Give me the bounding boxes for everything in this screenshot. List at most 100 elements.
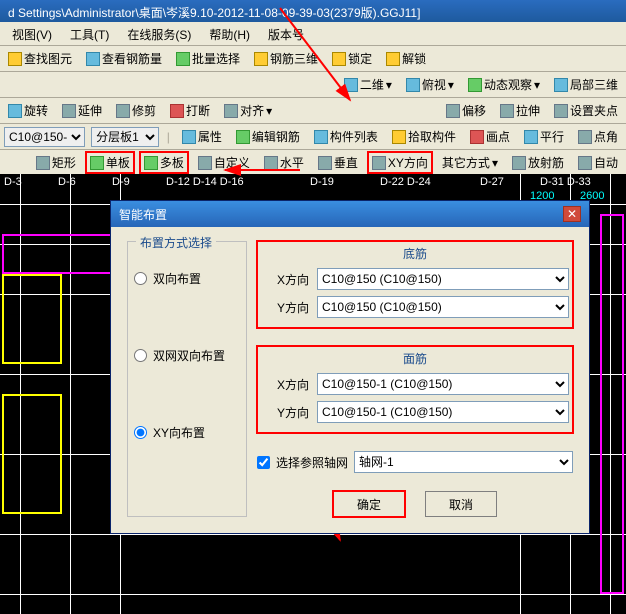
stretch-button[interactable]: 拉伸 [496, 100, 544, 121]
local3d-icon [554, 78, 568, 92]
layout-mode-group: 布置方式选择 双向布置 双网双向布置 XY向布置 [127, 241, 247, 517]
rect-label: 矩形 [52, 154, 76, 171]
other-label: 其它方式 [442, 154, 490, 171]
menu-online[interactable]: 在线服务(S) [119, 24, 199, 43]
dialog-title: 智能布置 [119, 206, 167, 223]
single-icon [90, 156, 104, 170]
pivot-icon [554, 104, 568, 118]
multi-panel-button[interactable]: 多板 [140, 152, 188, 173]
drawpt-icon [470, 130, 484, 144]
toolbar-3: 旋转 延伸 修剪 打断 对齐▾ 偏移 拉伸 设置夹点 [0, 98, 626, 124]
parallel-button[interactable]: 平行 [520, 126, 568, 147]
parallel-label: 平行 [540, 128, 564, 145]
rebar3d-label: 钢筋三维 [270, 50, 318, 67]
local3d-button[interactable]: 局部三维 [550, 74, 622, 95]
bottom-rebar-label: 底筋 [261, 245, 569, 262]
other-mode-button[interactable]: 其它方式▾ [438, 152, 502, 173]
offset-icon [446, 104, 460, 118]
editrebar-label: 编辑钢筋 [252, 128, 300, 145]
menu-tools[interactable]: 工具(T) [62, 24, 117, 43]
edit-rebar-button[interactable]: 编辑钢筋 [232, 126, 304, 147]
axis-combo[interactable]: 轴网-1 [354, 451, 573, 473]
top-x-combo[interactable]: C10@150-1 (C10@150) [317, 373, 569, 395]
radial-button[interactable]: 放射筋 [508, 152, 568, 173]
rect-button[interactable]: 矩形 [32, 152, 80, 173]
bottom-y-combo[interactable]: C10@150 (C10@150) [317, 296, 569, 318]
window-title: d Settings\Administrator\桌面\岑溪9.10-2012-… [0, 0, 626, 22]
single-label: 单板 [106, 154, 130, 171]
top-rebar-label: 面筋 [261, 350, 569, 367]
break-label: 打断 [186, 102, 210, 119]
trim-button[interactable]: 修剪 [112, 100, 160, 121]
view-rebar-button[interactable]: 查看钢筋量 [82, 48, 166, 69]
local3d-label: 局部三维 [570, 76, 618, 93]
props-label: 属性 [198, 128, 222, 145]
lock-button[interactable]: 锁定 [328, 48, 376, 69]
unlock-icon [386, 52, 400, 66]
orbit-button[interactable]: 动态观察▾ [464, 74, 544, 95]
grid-label: D-27 [480, 176, 504, 188]
extend-button[interactable]: 延伸 [58, 100, 106, 121]
vertical-button[interactable]: 垂直 [314, 152, 362, 173]
editrebar-icon [236, 130, 250, 144]
pivot-label: 设置夹点 [570, 102, 618, 119]
radial-label: 放射筋 [528, 154, 564, 171]
smart-layout-dialog: 智能布置 ✕ 布置方式选择 双向布置 双网双向布置 XY向布置 底筋 X方向 C1… [110, 200, 590, 534]
ok-button[interactable]: 确定 [333, 491, 405, 517]
radio-xy[interactable]: XY向布置 [134, 424, 240, 441]
xy-direction-button[interactable]: XY方向 [368, 152, 432, 173]
custom-button[interactable]: 自定义 [194, 152, 254, 173]
offset-button[interactable]: 偏移 [442, 100, 490, 121]
batch-select-button[interactable]: 批量选择 [172, 48, 244, 69]
lock-icon [332, 52, 346, 66]
custom-icon [198, 156, 212, 170]
2d-label: 二维 [360, 76, 384, 93]
axis-checkbox[interactable] [257, 456, 270, 469]
pick-icon [392, 130, 406, 144]
cancel-button[interactable]: 取消 [425, 491, 497, 517]
menu-view[interactable]: 视图(V) [4, 24, 60, 43]
unlock-button[interactable]: 解锁 [382, 48, 430, 69]
close-icon[interactable]: ✕ [563, 206, 581, 222]
extend-label: 延伸 [78, 102, 102, 119]
props-button[interactable]: 属性 [178, 126, 226, 147]
top-y-combo[interactable]: C10@150-1 (C10@150) [317, 401, 569, 423]
find-element-button[interactable]: 查找图元 [4, 48, 76, 69]
orbit-icon [468, 78, 482, 92]
extend-icon [62, 104, 76, 118]
xdir-label: X方向 [261, 376, 309, 393]
radio-bidir[interactable]: 双向布置 [134, 270, 240, 287]
comp-list-button[interactable]: 构件列表 [310, 126, 382, 147]
pivot-button[interactable]: 设置夹点 [550, 100, 622, 121]
draw-point-button[interactable]: 画点 [466, 126, 514, 147]
props-icon [182, 130, 196, 144]
radio-label: 双网双向布置 [153, 347, 225, 364]
batch-label: 批量选择 [192, 50, 240, 67]
break-button[interactable]: 打断 [166, 100, 214, 121]
horizontal-button[interactable]: 水平 [260, 152, 308, 173]
multi-icon [144, 156, 158, 170]
break-icon [170, 104, 184, 118]
parallel-icon [524, 130, 538, 144]
auto-button[interactable]: 自动 [574, 152, 622, 173]
pick-label: 拾取构件 [408, 128, 456, 145]
2d-button[interactable]: 二维▾ [340, 74, 396, 95]
topview-button[interactable]: 俯视▾ [402, 74, 458, 95]
radio-double-net[interactable]: 双网双向布置 [134, 347, 240, 364]
rebar-3d-button[interactable]: 钢筋三维 [250, 48, 322, 69]
menu-version[interactable]: 版本号 [260, 24, 312, 43]
rebar-spec-combo[interactable]: C10@150- [4, 127, 85, 147]
layer-combo[interactable]: 分层板1 [91, 127, 159, 147]
dialog-titlebar[interactable]: 智能布置 ✕ [111, 201, 589, 227]
xy-label: XY方向 [388, 154, 428, 171]
find-label: 查找图元 [24, 50, 72, 67]
rotate-button[interactable]: 旋转 [4, 100, 52, 121]
menu-help[interactable]: 帮助(H) [201, 24, 258, 43]
pick-comp-button[interactable]: 拾取构件 [388, 126, 460, 147]
single-panel-button[interactable]: 单板 [86, 152, 134, 173]
align-label: 对齐 [240, 102, 264, 119]
topview-icon [406, 78, 420, 92]
align-button[interactable]: 对齐▾ [220, 100, 276, 121]
bottom-x-combo[interactable]: C10@150 (C10@150) [317, 268, 569, 290]
point-angle-button[interactable]: 点角 [574, 126, 622, 147]
